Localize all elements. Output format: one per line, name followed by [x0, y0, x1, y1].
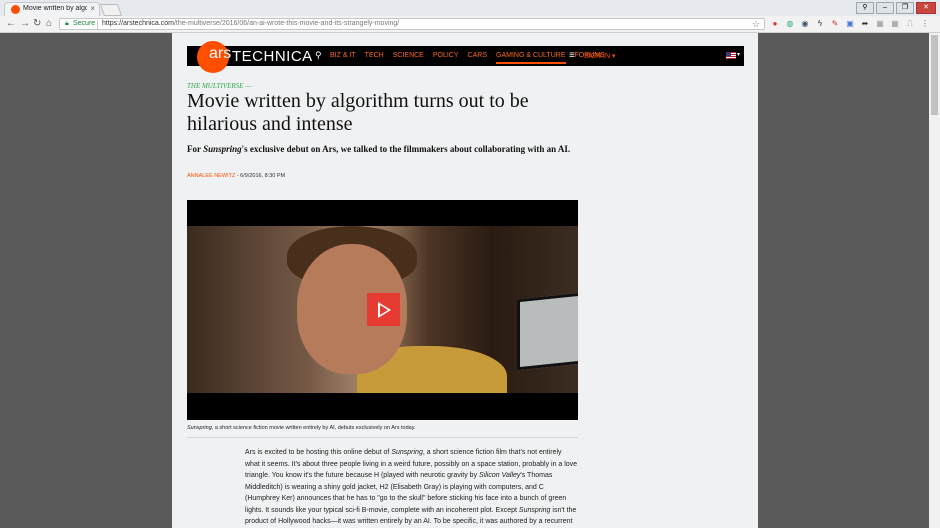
video-caption: Sunspring, a short science fiction movie… — [187, 425, 416, 431]
menu-dots-icon[interactable]: ⋮ — [920, 19, 930, 29]
secure-label: Secure — [73, 20, 96, 27]
share-icon[interactable]: ➦ — [860, 19, 870, 29]
window-icon[interactable]: ▣ — [845, 19, 855, 29]
nav-link-biz-it[interactable]: BIZ & IT — [330, 52, 356, 64]
ars-favicon-icon — [11, 5, 20, 14]
us-flag-icon[interactable] — [726, 52, 736, 59]
tile2-icon[interactable]: ▦ — [890, 19, 900, 29]
url-domain: https://arstechnica.com — [102, 20, 174, 27]
publish-date: - 6/9/2016, 8:30 PM — [235, 173, 286, 179]
pen-icon[interactable]: ✎ — [830, 19, 840, 29]
nav-link-science[interactable]: SCIENCE — [393, 52, 424, 64]
author-link[interactable]: ANNALEE NEWITZ — [187, 173, 235, 179]
back-icon[interactable]: ← — [6, 18, 16, 30]
address-divider — [97, 20, 98, 29]
nav-link-policy[interactable]: POLICY — [433, 52, 459, 64]
page-scrollbar[interactable] — [929, 33, 940, 528]
browser-titlebar: Movie written by algorit × ⚲ – ❐ ✕ — [0, 0, 940, 16]
nav-link-tech[interactable]: TECH — [365, 52, 384, 64]
dek-em: Sunspring — [203, 144, 242, 154]
tab-title: Movie written by algorit — [23, 5, 87, 12]
home-icon[interactable]: ⌂ — [46, 18, 52, 30]
sign-in-link[interactable]: SIGN IN ▾ — [584, 52, 616, 60]
hamburger-menu-icon[interactable]: ≡ — [569, 50, 575, 61]
body-emphasis: Silicon Valley — [479, 472, 521, 479]
cast-icon[interactable]: ⎍ — [905, 19, 915, 29]
web-page: ars TECHNICA ⚲ BIZ & IT TECH SCIENCE POLICY… — [172, 33, 758, 528]
video-player[interactable] — [187, 200, 578, 420]
byline: ANNALEE NEWITZ - 6/9/2016, 8:30 PM — [187, 173, 285, 179]
play-button[interactable] — [367, 293, 400, 326]
body-emphasis: Sunspring — [518, 506, 551, 514]
adblock-icon[interactable]: ● — [770, 19, 780, 29]
reload-icon[interactable]: ↻ — [33, 18, 41, 30]
forward-icon[interactable]: → — [20, 18, 30, 30]
article-kicker[interactable]: THE MULTIVERSE — — [187, 82, 251, 90]
ars-logo-circle[interactable]: ars — [197, 41, 232, 73]
nav-link-cars[interactable]: CARS — [468, 52, 487, 64]
article-body: Ars is excited to be hosting this online… — [245, 447, 578, 528]
logo-ars: ars — [209, 45, 232, 62]
site-navbar: ars TECHNICA ⚲ BIZ & IT TECH SCIENCE POLICY… — [187, 41, 744, 73]
caption-text: , a short science fiction movie written … — [211, 425, 416, 431]
edition-caret-icon[interactable]: ▾ — [737, 51, 740, 58]
search-icon[interactable]: ⚲ — [315, 50, 322, 61]
window-maximize-button[interactable]: ❐ — [896, 2, 914, 14]
nav-link-gaming-culture[interactable]: GAMING & CULTURE — [496, 52, 566, 64]
new-tab-button[interactable] — [99, 4, 123, 16]
browser-tab[interactable]: Movie written by algorit × — [4, 2, 100, 16]
browser-toolbar: ← → ↻ ⌂ 🔒︎ Secure https://arstechnica.co… — [0, 16, 940, 33]
url-path: /the-multiverse/2016/06/an-ai-wrote-this… — [173, 20, 400, 27]
caption-em: Sunspring — [187, 425, 212, 431]
window-minimize-button[interactable]: – — [876, 2, 894, 14]
lock-icon: 🔒︎ — [65, 20, 69, 27]
caption-divider — [187, 437, 578, 438]
globe-icon[interactable]: ◍ — [785, 19, 795, 29]
play-icon — [378, 302, 391, 318]
dek-pre: For — [187, 144, 204, 154]
bookmark-star-icon[interactable]: ☆ — [752, 19, 760, 30]
dek-post: 's exclusive debut on Ars, we talked to … — [241, 144, 571, 154]
window-close-button[interactable]: ✕ — [916, 2, 936, 14]
url-text: https://arstechnica.com/the-multiverse/2… — [102, 20, 399, 27]
tile-icon[interactable]: ▦ — [875, 19, 885, 29]
section-nav: BIZ & IT TECH SCIENCE POLICY CARS GAMING & CU… — [330, 52, 605, 64]
logo-technica[interactable]: TECHNICA — [232, 48, 313, 65]
monitor-prop — [517, 292, 578, 371]
shield-icon[interactable]: ◉ — [800, 19, 810, 29]
window-controls: ⚲ – ❐ ✕ — [856, 2, 936, 14]
article-headline: Movie written by algorithm turns out to … — [187, 90, 529, 135]
address-bar[interactable]: 🔒︎ Secure https://arstechnica.com/the-mu… — [59, 18, 765, 30]
window-user-button[interactable]: ⚲ — [856, 2, 874, 14]
lightning-icon[interactable]: ϟ — [815, 19, 825, 29]
article-dek: For Sunspring's exclusive debut on Ars, … — [187, 144, 587, 155]
body-emphasis: Sunspring — [391, 449, 423, 456]
tab-close-icon[interactable]: × — [90, 4, 95, 13]
scrollbar-thumb[interactable] — [931, 35, 938, 115]
body-text: Ars is excited to be hosting this online… — [245, 449, 392, 456]
extension-bar: ● ◍ ◉ ϟ ✎ ▣ ➦ ▦ ▦ ⎍ ⋮ — [770, 19, 930, 29]
